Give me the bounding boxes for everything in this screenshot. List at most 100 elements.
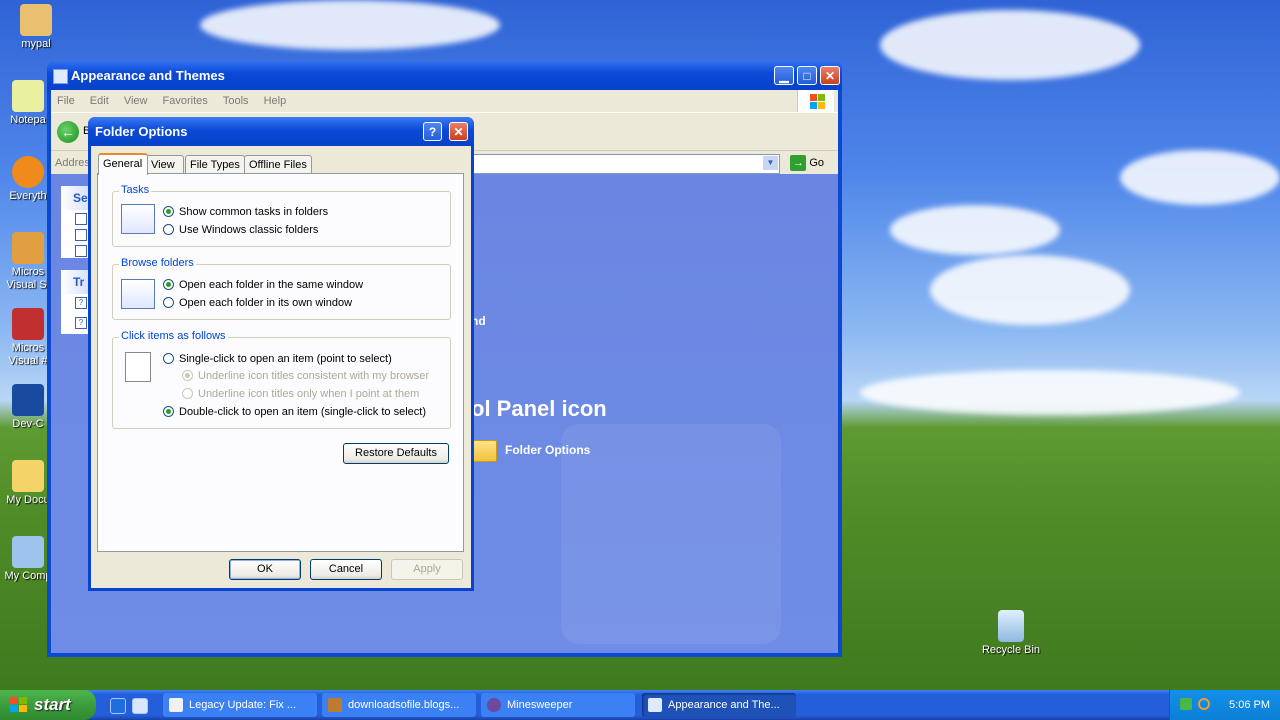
tab-file-types[interactable]: File Types bbox=[185, 155, 245, 174]
maximize-button[interactable]: □ bbox=[797, 66, 817, 85]
dialog-body: General View File Types Offline Files Ta… bbox=[91, 146, 471, 588]
pick-control-panel-heading: ol Panel icon bbox=[471, 396, 607, 421]
desktop-icon-recycle-bin[interactable]: Recycle Bin bbox=[981, 610, 1041, 656]
use-classic-folders-radio[interactable]: Use Windows classic folders bbox=[163, 222, 318, 238]
explorer-titlebar[interactable]: Appearance and Themes ▁ □ ✕ bbox=[47, 62, 842, 90]
desktop-icon-mypal[interactable]: mypal bbox=[6, 4, 66, 50]
search-icon[interactable] bbox=[1198, 698, 1210, 710]
cloud bbox=[1120, 150, 1280, 205]
click-items-group: Click items as follows Single-click to o… bbox=[112, 330, 451, 429]
control-panel-watermark bbox=[561, 424, 781, 644]
browse-preview-icon bbox=[121, 279, 155, 309]
tasks-group-title: Tasks bbox=[119, 184, 152, 196]
option-label: Open each folder in its own window bbox=[179, 297, 353, 309]
display-icon bbox=[75, 245, 87, 257]
radio-selected bbox=[163, 405, 174, 417]
close-button[interactable]: ✕ bbox=[820, 66, 840, 85]
taskbar-item-downloadsofile[interactable]: downloadsofile.blogs... bbox=[322, 693, 476, 717]
browser-icon bbox=[169, 698, 183, 712]
cancel-button[interactable]: Cancel bbox=[310, 559, 382, 580]
minesweeper-icon bbox=[487, 698, 501, 712]
option-label: Use Windows classic folders bbox=[179, 224, 319, 236]
dialog-titlebar[interactable]: Folder Options ? ✕ bbox=[88, 117, 474, 146]
menu-bar: File Edit View Favorites Tools Help bbox=[51, 90, 838, 112]
help-icon: ? bbox=[75, 317, 87, 329]
tab-general[interactable]: General bbox=[98, 153, 148, 175]
menu-edit[interactable]: Edit bbox=[90, 95, 109, 107]
my-computer-icon bbox=[12, 536, 44, 568]
restore-defaults-button[interactable]: Restore Defaults bbox=[343, 443, 449, 464]
own-window-radio[interactable]: Open each folder in its own window bbox=[163, 295, 352, 311]
ok-button[interactable]: OK bbox=[229, 559, 301, 580]
system-tray: 5:06 PM bbox=[1169, 690, 1280, 720]
window-title: Appearance and Themes bbox=[71, 68, 225, 83]
my-documents-icon bbox=[12, 460, 44, 492]
radio-disabled bbox=[182, 369, 193, 381]
taskbar-item-label: downloadsofile.blogs... bbox=[348, 699, 460, 711]
help-button[interactable]: ? bbox=[423, 122, 442, 141]
click-preview-icon bbox=[125, 352, 151, 382]
cloud bbox=[880, 10, 1140, 80]
taskbar: start Legacy Update: Fix ... downloadsof… bbox=[0, 690, 1280, 720]
minimize-button[interactable]: ▁ bbox=[774, 66, 794, 85]
menu-view[interactable]: View bbox=[124, 95, 148, 107]
cloud bbox=[860, 370, 1240, 415]
single-click-radio[interactable]: Single-click to open an item (point to s… bbox=[163, 351, 392, 367]
menu-favorites[interactable]: Favorites bbox=[163, 95, 208, 107]
option-label: Single-click to open an item (point to s… bbox=[179, 353, 392, 365]
folder-icon bbox=[75, 213, 87, 225]
radio-unselected bbox=[163, 296, 174, 308]
radio-selected bbox=[163, 205, 174, 217]
desktop: mypal Notepa Everyth Micros Visual St Mi… bbox=[0, 0, 1280, 690]
folder-options-link[interactable]: Folder Options bbox=[471, 440, 590, 462]
radio-unselected bbox=[163, 223, 174, 235]
radio-disabled bbox=[182, 387, 193, 399]
tab-offline-files[interactable]: Offline Files bbox=[244, 155, 312, 174]
desktop-icon-label: Recycle Bin bbox=[981, 644, 1041, 656]
show-desktop-icon[interactable] bbox=[132, 698, 148, 714]
recycle-bin-icon bbox=[998, 610, 1024, 642]
chevron-down-icon[interactable]: ▼ bbox=[763, 156, 778, 170]
option-label: Double-click to open an item (single-cli… bbox=[179, 406, 426, 418]
back-arrow-icon[interactable]: ← bbox=[57, 121, 79, 143]
close-button[interactable]: ✕ bbox=[449, 122, 468, 141]
menu-help[interactable]: Help bbox=[264, 95, 287, 107]
cloud bbox=[930, 255, 1130, 325]
click-items-group-title: Click items as follows bbox=[119, 330, 228, 342]
menu-tools[interactable]: Tools bbox=[223, 95, 249, 107]
browse-folders-group: Browse folders Open each folder in the s… bbox=[112, 257, 451, 320]
clock[interactable]: 5:06 PM bbox=[1229, 690, 1270, 720]
start-label: start bbox=[34, 695, 71, 714]
browse-folders-group-title: Browse folders bbox=[119, 257, 196, 269]
cloud bbox=[890, 205, 1060, 255]
taskbar-item-label: Minesweeper bbox=[507, 699, 573, 711]
underline-browser-radio[interactable]: Underline icon titles consistent with my… bbox=[182, 368, 429, 384]
radio-unselected bbox=[163, 352, 174, 364]
address-label: Addres bbox=[55, 157, 90, 169]
folder-options-dialog: Folder Options ? ✕ General View File Typ… bbox=[88, 117, 474, 591]
double-click-radio[interactable]: Double-click to open an item (single-cli… bbox=[163, 404, 426, 420]
option-label: Open each folder in the same window bbox=[179, 279, 364, 291]
go-arrow-icon: → bbox=[790, 155, 807, 172]
underline-point-radio[interactable]: Underline icon titles only when I point … bbox=[182, 386, 419, 402]
go-button[interactable]: → Go bbox=[790, 154, 824, 172]
everything-icon bbox=[12, 156, 44, 188]
taskbar-item-appearance-themes[interactable]: Appearance and The... bbox=[642, 693, 796, 717]
start-button[interactable]: start bbox=[0, 690, 96, 720]
windows-flag-icon bbox=[10, 697, 28, 713]
tab-view[interactable]: View bbox=[146, 155, 184, 174]
windows-logo-icon bbox=[797, 90, 834, 112]
tasks-preview-icon bbox=[121, 204, 155, 234]
ie-quicklaunch-icon[interactable] bbox=[110, 698, 126, 714]
show-common-tasks-radio[interactable]: Show common tasks in folders bbox=[163, 204, 328, 220]
same-window-radio[interactable]: Open each folder in the same window bbox=[163, 277, 363, 293]
tasks-group: Tasks Show common tasks in folders Use W… bbox=[112, 184, 451, 247]
option-label: Underline icon titles consistent with my… bbox=[198, 370, 430, 382]
visual-jsharp-icon bbox=[12, 308, 44, 340]
network-icon[interactable] bbox=[1180, 698, 1192, 710]
option-label: Show common tasks in folders bbox=[179, 206, 329, 218]
taskbar-item-legacy-update[interactable]: Legacy Update: Fix ... bbox=[163, 693, 317, 717]
menu-file[interactable]: File bbox=[57, 95, 75, 107]
taskbar-item-minesweeper[interactable]: Minesweeper bbox=[481, 693, 635, 717]
apply-button[interactable]: Apply bbox=[391, 559, 463, 580]
